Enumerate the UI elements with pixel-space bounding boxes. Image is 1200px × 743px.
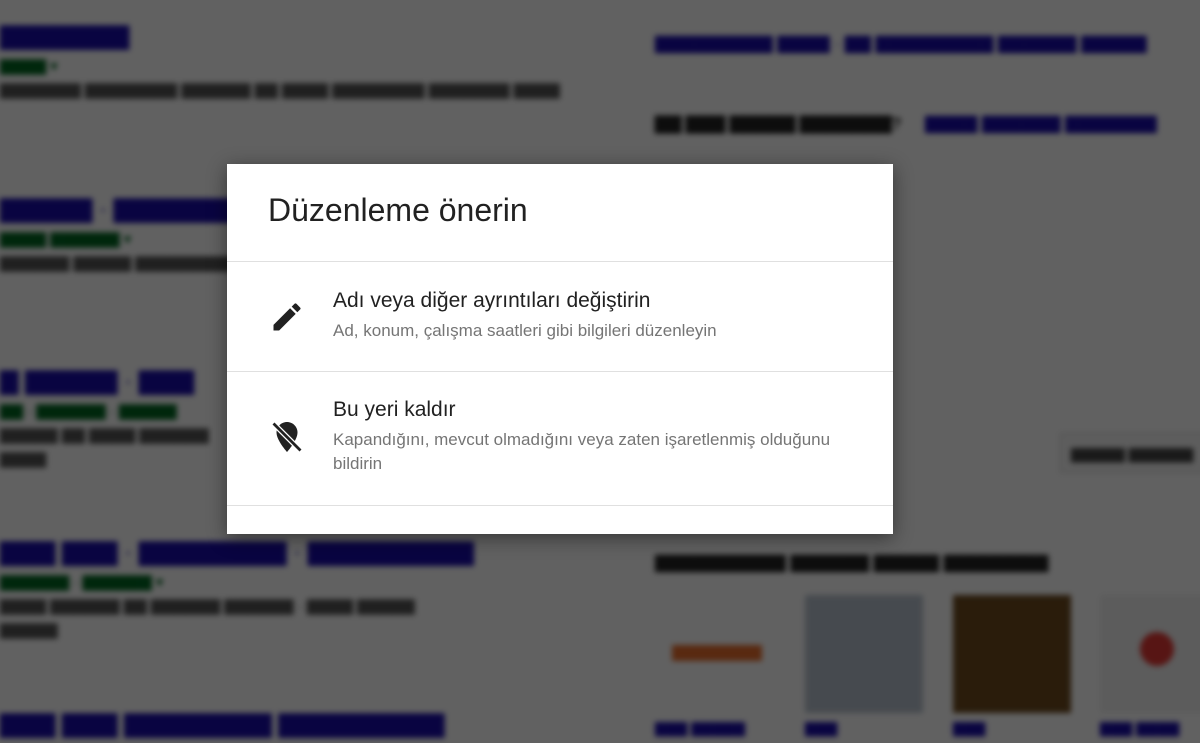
location-off-icon <box>269 419 305 455</box>
option-label: Bu yeri kaldır <box>333 398 456 421</box>
option-description: Kapandığını, mevcut olmadığını veya zate… <box>333 430 831 473</box>
screen: ▇▇▇▇▇▇▇ ▇▇▇▇ ▾ ▇▇▇▇▇▇▇ ▇▇▇▇▇▇▇▇ ▇▇▇▇▇▇ ▇… <box>0 0 1200 743</box>
option-label: Adı veya diğer ayrıntıları değiştirin <box>333 289 651 312</box>
divider <box>227 505 893 506</box>
suggest-edit-dialog: Düzenleme önerin Adı veya diğer ayrıntıl… <box>227 164 893 534</box>
pencil-icon <box>269 299 305 335</box>
change-details-option[interactable]: Adı veya diğer ayrıntıları değiştirin Ad… <box>227 262 893 371</box>
dialog-title: Düzenleme önerin <box>268 192 528 228</box>
remove-place-option[interactable]: Bu yeri kaldır Kapandığını, mevcut olmad… <box>227 372 893 505</box>
option-description: Ad, konum, çalışma saatleri gibi bilgile… <box>333 321 717 340</box>
